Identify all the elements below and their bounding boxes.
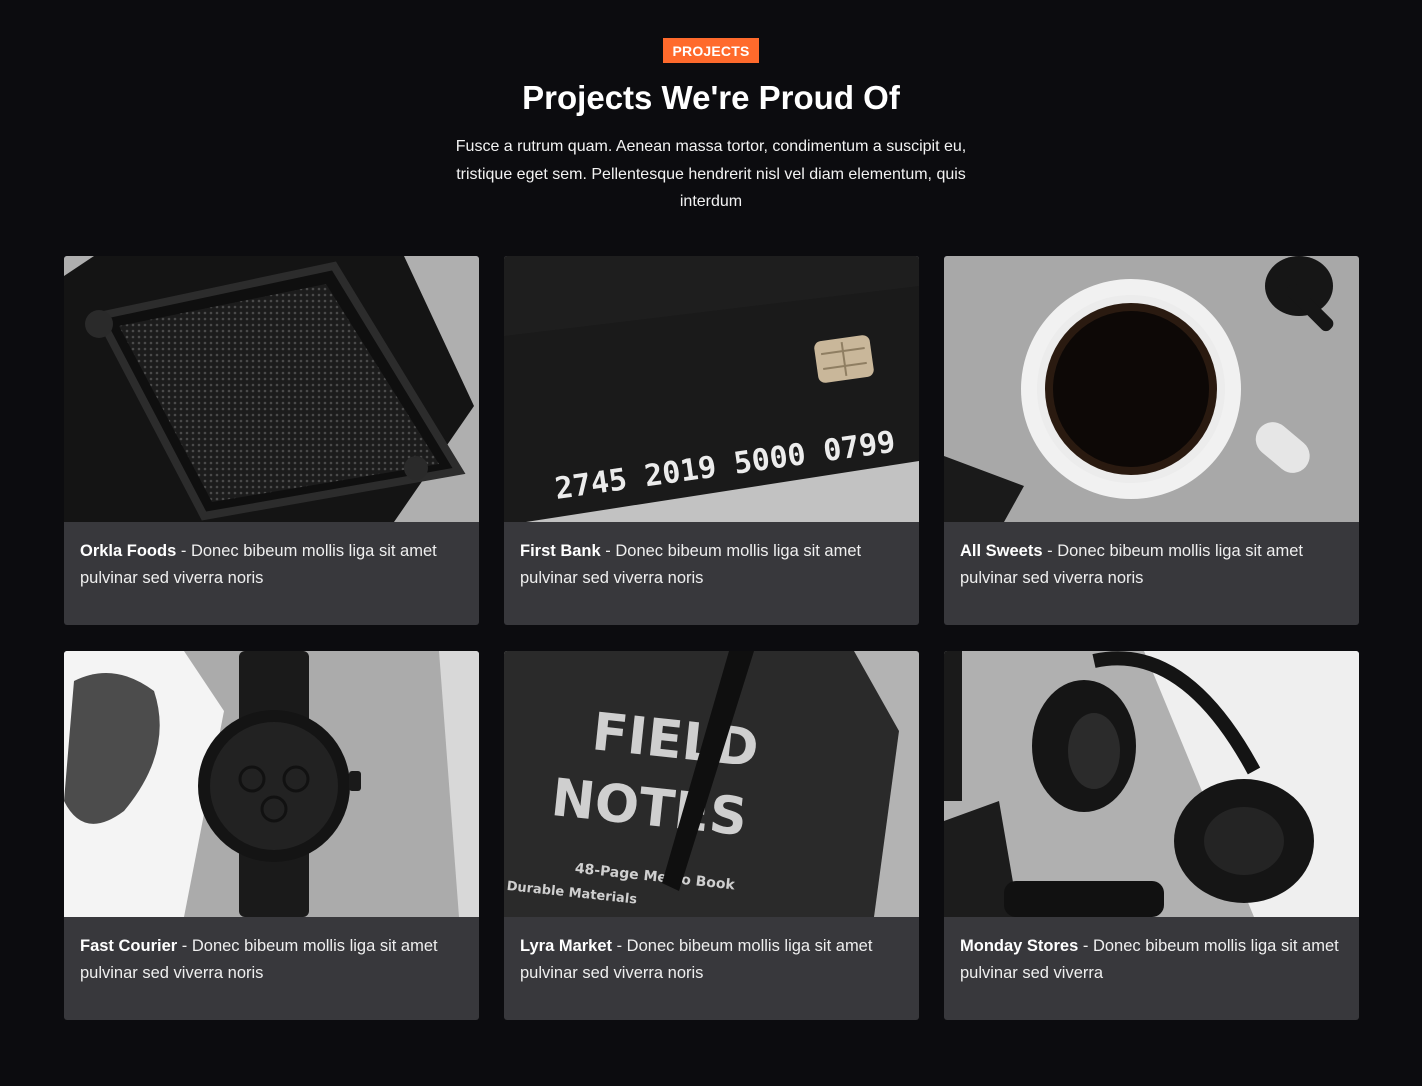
section-badge: PROJECTS (663, 38, 759, 63)
projects-section: PROJECTS Projects We're Proud Of Fusce a… (0, 0, 1422, 1086)
project-caption: Orkla Foods - Donec bibeum mollis liga s… (80, 538, 465, 592)
project-caption: Lyra Market - Donec bibeum mollis liga s… (520, 933, 905, 987)
project-caption: Fast Courier - Donec bibeum mollis liga … (80, 933, 465, 987)
project-name[interactable]: First Bank (520, 542, 601, 560)
project-caption: First Bank - Donec bibeum mollis liga si… (520, 538, 905, 592)
credit-card-photo: 2745 2019 5000 0799 (504, 256, 919, 522)
project-name[interactable]: Fast Courier (80, 937, 177, 955)
section-title: Projects We're Proud Of (522, 79, 900, 116)
intro-line-2: tristique eget sem. Pellentesque hendrer… (456, 165, 966, 183)
wristwatch-photo (64, 651, 479, 917)
headphones-photo (944, 651, 1359, 917)
project-caption: Monday Stores - Donec bibeum mollis liga… (960, 933, 1345, 987)
project-name[interactable]: All Sweets (960, 542, 1043, 560)
project-card-fast-courier[interactable]: Fast Courier - Donec bibeum mollis liga … (64, 651, 479, 1020)
project-caption: All Sweets - Donec bibeum mollis liga si… (960, 538, 1345, 592)
intro-line-3: interdum (679, 193, 743, 210)
project-card-monday-stores[interactable]: Monday Stores - Donec bibeum mollis liga… (944, 651, 1359, 1020)
notebook-pen-photo: FIELD NOTES 48-Page Memo Book Durable Ma… (504, 651, 919, 917)
project-card-orkla-foods[interactable]: Orkla Foods - Donec bibeum mollis liga s… (64, 256, 479, 625)
project-name[interactable]: Monday Stores (960, 937, 1078, 955)
project-card-first-bank[interactable]: 2745 2019 5000 0799 First Bank - Donec b… (504, 256, 919, 625)
project-name[interactable]: Lyra Market (520, 937, 612, 955)
project-card-all-sweets[interactable]: All Sweets - Donec bibeum mollis liga si… (944, 256, 1359, 625)
section-intro: Fusce a rutrum quam. Aenean massa tortor… (411, 133, 1011, 216)
intro-line-1: Fusce a rutrum quam. Aenean massa tortor… (455, 138, 967, 155)
project-name[interactable]: Orkla Foods (80, 542, 176, 560)
coffee-cup-photo (944, 256, 1359, 522)
speaker-photo (64, 256, 479, 522)
project-card-lyra-market[interactable]: FIELD NOTES 48-Page Memo Book Durable Ma… (504, 651, 919, 1020)
